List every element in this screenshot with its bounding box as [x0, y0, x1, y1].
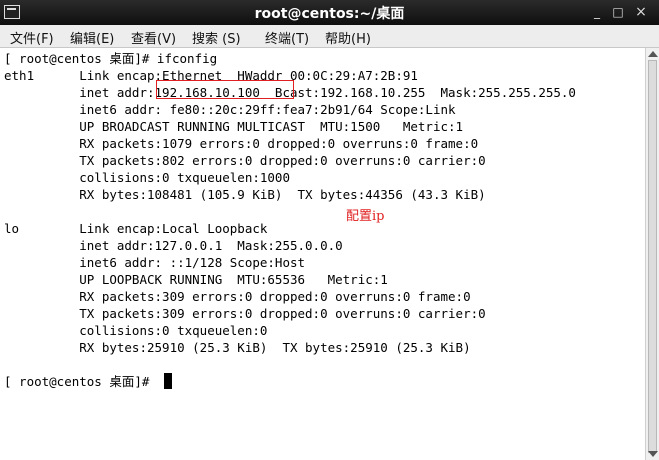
terminal-output[interactable]: [ root@centos 桌面]# ifconfig eth1 Link en…	[0, 48, 645, 460]
menu-edit[interactable]: 编辑(E)	[70, 28, 114, 47]
terminal-line: UP BROADCAST RUNNING MULTICAST MTU:1500 …	[4, 119, 464, 134]
terminal-line: collisions:0 txqueuelen:0	[4, 323, 268, 338]
menu-terminal[interactable]: 终端(T)	[265, 28, 309, 47]
terminal-line: inet addr:127.0.0.1 Mask:255.0.0.0	[4, 238, 343, 253]
terminal-line: RX bytes:108481 (105.9 KiB) TX bytes:443…	[4, 187, 486, 202]
terminal-line: collisions:0 txqueuelen:1000	[4, 170, 290, 185]
menu-help[interactable]: 帮助(H)	[325, 28, 371, 47]
menu-view[interactable]: 查看(V)	[131, 28, 176, 47]
terminal-line: TX packets:802 errors:0 dropped:0 overru…	[4, 153, 486, 168]
terminal-line: lo Link encap:Local Loopback	[4, 221, 268, 236]
close-button[interactable]: ×	[633, 4, 649, 20]
menu-file[interactable]: 文件(F)	[10, 28, 54, 47]
terminal-line: inet6 addr: ::1/128 Scope:Host	[4, 255, 306, 270]
scrollbar[interactable]	[645, 48, 659, 460]
scrollbar-thumb[interactable]	[648, 60, 657, 453]
maximize-button[interactable]: □	[610, 4, 626, 20]
menu-bar: 文件(F) 编辑(E) 查看(V) 搜索 (S) 终端(T) 帮助(H)	[0, 25, 659, 48]
menu-search[interactable]: 搜索 (S)	[192, 28, 241, 47]
terminal-line: TX packets:309 errors:0 dropped:0 overru…	[4, 306, 486, 321]
window-title: root@centos:~/桌面	[254, 6, 405, 22]
scroll-down-icon[interactable]	[648, 451, 658, 457]
terminal-prompt: [ root@centos 桌面]#	[4, 374, 157, 389]
terminal-line: [ root@centos 桌面]# ifconfig	[4, 51, 218, 66]
terminal-line: RX packets:1079 errors:0 dropped:0 overr…	[4, 136, 479, 151]
minimize-button[interactable]: _	[589, 4, 605, 20]
ip-highlight-box	[156, 80, 294, 99]
terminal-line: RX bytes:25910 (25.3 KiB) TX bytes:25910…	[4, 340, 471, 355]
terminal-cursor	[164, 373, 172, 389]
terminal-line: UP LOOPBACK RUNNING MTU:65536 Metric:1	[4, 272, 388, 287]
terminal-line: inet6 addr: fe80::20c:29ff:fea7:2b91/64 …	[4, 102, 456, 117]
scroll-up-icon[interactable]	[648, 51, 658, 57]
title-bar: root@centos:~/桌面 _ □ ×	[0, 0, 659, 25]
terminal-line: RX packets:309 errors:0 dropped:0 overru…	[4, 289, 471, 304]
annotation-label: 配置ip	[346, 209, 385, 224]
